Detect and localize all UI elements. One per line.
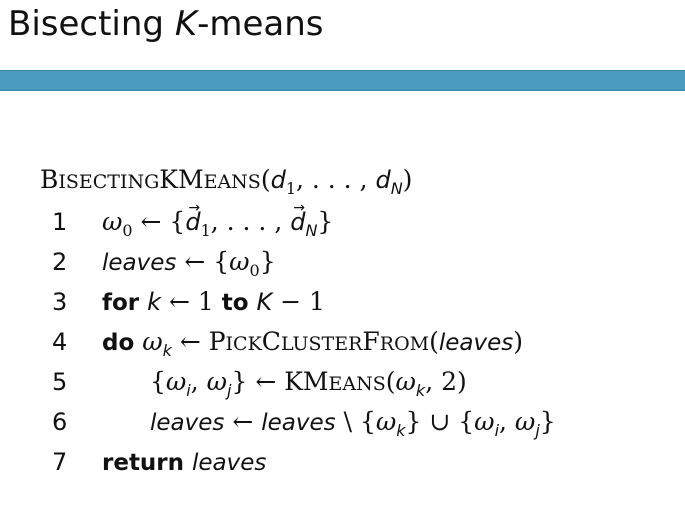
algorithm-line-7: 7 return leaves [40,442,660,482]
line-code: {ωi, ωj} ← KMEANS(ωk, 2) [150,367,467,400]
algorithm-line-3: 3 for k ← 1 to K − 1 [40,282,660,322]
algorithm-line-5: 5 {ωi, ωj} ← KMEANS(ωk, 2) [40,362,660,402]
algorithm-line-4: 4 do ωk ← PICKCLUSTERFROM(leaves) [40,322,660,362]
line-code: return leaves [102,450,267,476]
line-number: 4 [52,328,68,356]
line-number: 7 [52,448,68,476]
algorithm-pseudocode: BISECTINGKMEANS(d1, . . . , dN) 1 ω0 ← {… [40,160,660,482]
line-code: do ωk ← PICKCLUSTERFROM(leaves) [102,327,524,360]
algorithm-signature: BISECTINGKMEANS(d1, . . . , dN) [40,165,413,198]
line-code: ω0 ← {d1, . . . , dN} [102,188,333,242]
line-number: 2 [52,248,68,276]
line-code: for k ← 1 to K − 1 [102,287,325,316]
line-code: leaves ← leaves \ {ωk} ∪ {ωi, ωj} [150,407,556,440]
algorithm-name: BISECTINGKMEANS [40,165,261,194]
line-number: 3 [52,288,68,316]
line-number: 5 [52,368,68,396]
algorithm-line-6: 6 leaves ← leaves \ {ωk} ∪ {ωi, ωj} [40,402,660,442]
title-divider-bar [0,70,685,91]
algorithm-line-2: 2 leaves ← {ω0} [40,242,660,282]
slide-title: Bisecting K-means [8,4,324,44]
line-number: 6 [52,408,68,436]
line-number: 1 [52,208,68,236]
algorithm-line-1: 1 ω0 ← {d1, . . . , dN} [40,188,660,242]
line-code: leaves ← {ω0} [102,247,276,280]
